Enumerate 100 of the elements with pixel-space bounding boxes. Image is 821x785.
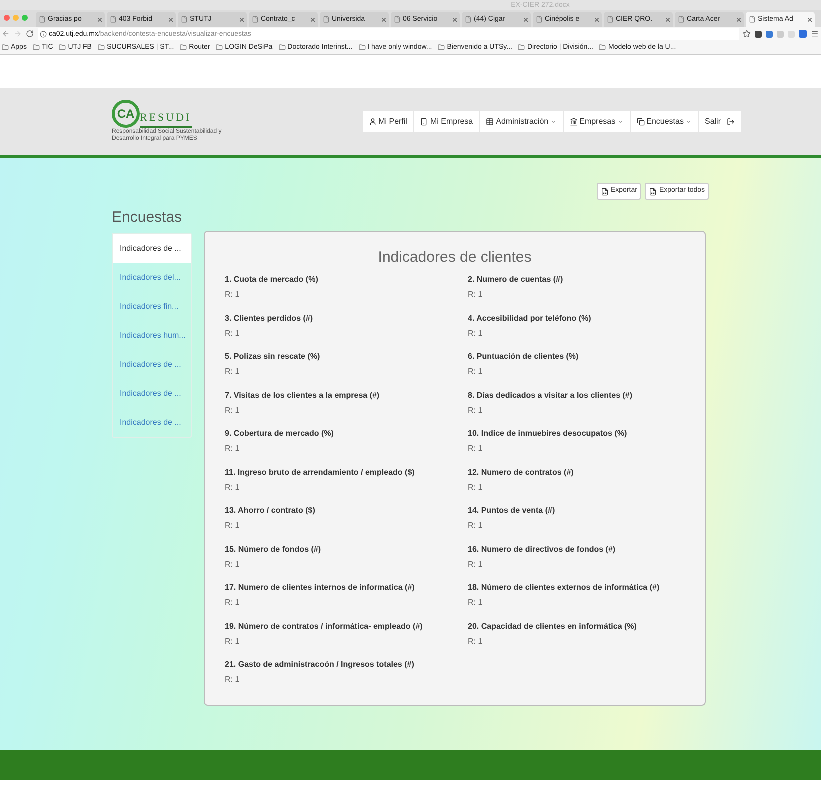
copy-icon [636,118,645,126]
sidebar-item[interactable]: Indicadores del... [113,263,191,292]
sidebar-item[interactable]: Indicadores de ... [113,234,191,263]
page-icon [39,16,46,23]
answer-text: R: 1 [468,599,484,607]
answer-text: R: 1 [225,406,241,414]
folder-icon [599,44,606,51]
answer-text: R: 1 [225,676,241,684]
star-icon[interactable] [743,30,751,38]
tab-close-icon[interactable] [737,18,741,22]
page-icon [181,16,188,23]
question-text: 9. Cobertura de mercado (%) [225,430,335,438]
sidebar-title: Encuestas [112,210,184,225]
answer-text: R: 1 [225,445,241,453]
back-icon[interactable] [2,30,10,38]
question-text: 17. Numero de clientes internos de informatica (#) [225,584,416,592]
answer-text: R: 1 [225,638,241,646]
nav-button[interactable]: Empresas [564,111,630,132]
caret-icon [686,118,692,124]
page-icon [110,16,117,23]
page-icon [536,16,543,23]
page-icon [749,16,756,23]
close-window-icon[interactable] [4,15,10,21]
folder-icon [216,44,224,51]
folder-icon [180,44,188,51]
answer-text: R: 1 [468,330,484,338]
logout-icon [727,118,735,126]
question-text: 15. Número de fondos (#) [225,546,322,554]
answer-text: R: 1 [225,330,241,338]
page-icon [394,16,401,23]
question-text: 19. Número de contratos / informática- empleado (#) [225,622,424,630]
logo-name: RESUDI [140,110,192,128]
tab-close-icon[interactable] [453,18,457,22]
nav-button[interactable]: Salir [698,111,741,132]
tab-close-icon[interactable] [169,18,173,22]
question-text: 21. Gasto de administracoón / Ingresos totales (#) [225,661,416,669]
tab-close-icon[interactable] [595,18,599,22]
question-text: 5. Polizas sin rescate (%) [225,353,322,361]
question-text: 11. Ingreso bruto de arrendamiento / empleado ($) [225,468,416,476]
page-icon [252,16,259,23]
answer-text: R: 1 [468,522,484,530]
nav-button[interactable]: Encuestas [630,111,698,132]
tab-close-icon[interactable] [382,18,386,22]
info-icon [40,30,47,38]
tab-close-icon[interactable] [311,18,315,22]
sidebar-item[interactable]: Indicadores de ... [113,408,191,437]
logo-initials: CA [112,100,140,128]
caret-icon [618,118,624,124]
reload-icon[interactable] [26,30,34,38]
answer-text: R: 1 [468,368,484,376]
user-icon [368,118,377,126]
page-icon [323,16,330,23]
answer-text: R: 1 [468,445,484,453]
folder-icon [358,44,366,51]
nav-button[interactable]: Mi Empresa [414,111,480,132]
question-text: 2. Numero de cuentas (#) [468,276,564,284]
answer-text: R: 1 [225,291,241,299]
spreadsheet-icon [601,188,609,196]
menu-icon[interactable] [811,30,819,38]
survey-title: Indicadores de clientes [378,250,532,265]
question-text: 6. Puntuación de clientes (%) [468,353,580,361]
question-text: 18. Número de clientes externos de informática (#) [468,584,661,592]
page-icon [465,16,472,23]
sidebar-item[interactable]: Indicadores de ... [113,379,191,408]
question-text: 16. Numero de directivos de fondos (#) [468,546,617,554]
folder-icon [32,44,40,51]
answer-text: R: 1 [225,599,241,607]
sidebar-item[interactable]: Indicadores hum... [113,321,191,350]
folder-icon [438,44,446,51]
answer-text: R: 1 [225,484,241,492]
question-text: 13. Ahorro / contrato ($) [225,507,316,515]
answer-text: R: 1 [468,291,484,299]
bank-icon [570,118,578,126]
sidebar-item[interactable]: Indicadores fin... [113,292,191,321]
question-text: 10. Indice de inmuebires desocupatos (%) [468,430,628,438]
caret-icon [550,118,557,124]
tab-close-icon[interactable] [240,18,244,22]
sidebar-item[interactable]: Indicadores de ... [113,350,191,379]
phone-icon [420,118,428,126]
tab-close-icon[interactable] [98,18,102,22]
answer-text: R: 1 [225,522,241,530]
answer-text: R: 1 [225,560,241,568]
tab-close-icon[interactable] [808,18,812,22]
tab-close-icon[interactable] [666,18,670,22]
question-text: 20. Capacidad de clientes en informática (%) [468,622,638,630]
page-icon [678,16,685,23]
folder-icon [278,44,286,51]
nav-button[interactable]: Administración [480,111,563,132]
page-icon [607,16,614,23]
question-text: 12. Numero de contratos (#) [468,468,575,476]
answer-text: R: 1 [225,368,241,376]
answer-text: R: 1 [468,484,484,492]
nav-button[interactable]: Mi Perfil [362,111,414,132]
tab-close-icon[interactable] [524,18,528,22]
spreadsheet-icon [649,188,658,196]
folder-icon [98,44,105,51]
folder-icon [2,44,9,51]
table-icon [486,118,494,126]
question-text: 7. Visitas de los clientes a la empresa (#) [225,392,381,400]
question-text: 8. Días dedicados a visitar a los clientes (#) [468,392,634,400]
